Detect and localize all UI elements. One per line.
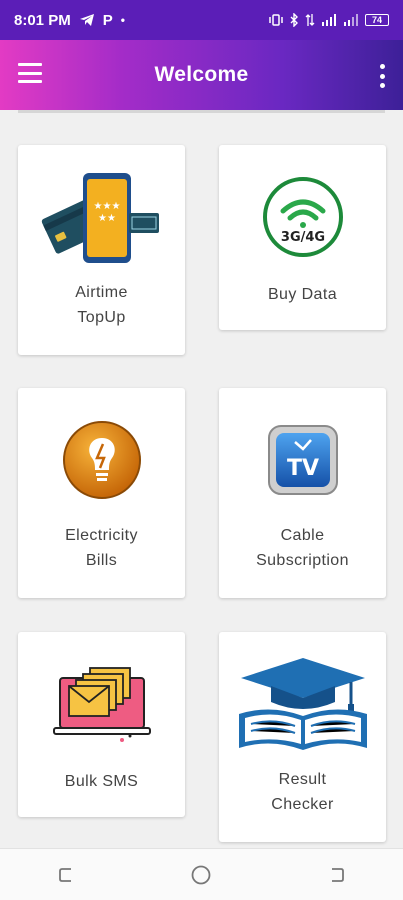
status-bar: 8:01 PM P • 74 <box>0 0 403 40</box>
icon-text-3g4g: 3G/4G <box>280 230 324 245</box>
electricity-bills-card[interactable]: Electricity Bills <box>18 388 185 598</box>
recent-apps-icon <box>59 867 72 882</box>
card-label: Result Checker <box>271 771 334 813</box>
result-checker-card[interactable]: Result Checker <box>219 632 386 842</box>
bulk-sms-envelopes-icon <box>18 654 185 754</box>
buy-data-3g-4g-icon: 3G/4G <box>219 167 386 267</box>
vibrate-icon <box>269 13 283 27</box>
bulk-sms-card[interactable]: Bulk SMS <box>18 632 185 817</box>
data-arrows-icon <box>305 13 315 27</box>
system-nav-bar <box>0 848 403 900</box>
card-label: Airtime TopUp <box>75 284 128 326</box>
hamburger-menu-icon[interactable] <box>18 63 42 83</box>
card-label: Bulk SMS <box>64 773 139 790</box>
home-circle-icon <box>192 865 211 884</box>
airtime-topup-card[interactable]: ★★★ ★★ Airtime TopUp <box>18 145 185 355</box>
buy-data-card[interactable]: 3G/4G Buy Data <box>219 145 386 330</box>
card-label: Electricity Bills <box>65 527 138 569</box>
recent-apps-button[interactable] <box>47 855 87 895</box>
airtime-topup-icon: ★★★ ★★ <box>18 167 185 267</box>
bluetooth-icon <box>289 13 299 27</box>
page-title: Welcome <box>154 63 249 86</box>
home-button[interactable] <box>181 855 221 895</box>
notification-dot: • <box>120 13 125 27</box>
signal-1-icon <box>321 14 337 26</box>
svg-text:★★: ★★ <box>98 213 116 224</box>
card-label: Buy Data <box>267 286 337 303</box>
graduation-cap-book-icon <box>219 654 386 754</box>
back-button[interactable] <box>316 855 356 895</box>
cable-subscription-card[interactable]: TV Cable Subscription <box>219 388 386 598</box>
icon-text-tv: TV <box>286 456 318 481</box>
app-bar: Welcome <box>0 40 403 110</box>
p-notification-icon: P <box>102 11 113 29</box>
signal-2-icon <box>343 14 359 26</box>
battery-icon: 74 <box>365 14 389 26</box>
more-vertical-icon[interactable] <box>379 64 385 88</box>
services-grid: ★★★ ★★ Airtime TopUp 3G/4G Buy Data Elec… <box>0 110 403 848</box>
cable-tv-icon: TV <box>219 410 386 510</box>
back-icon <box>331 867 344 882</box>
svg-text:★★★: ★★★ <box>93 201 120 212</box>
electricity-bulb-icon <box>18 410 185 510</box>
card-label: Cable Subscription <box>256 527 349 569</box>
status-time: 8:01 PM <box>14 11 71 29</box>
telegram-icon <box>79 13 95 27</box>
top-divider <box>18 110 385 113</box>
